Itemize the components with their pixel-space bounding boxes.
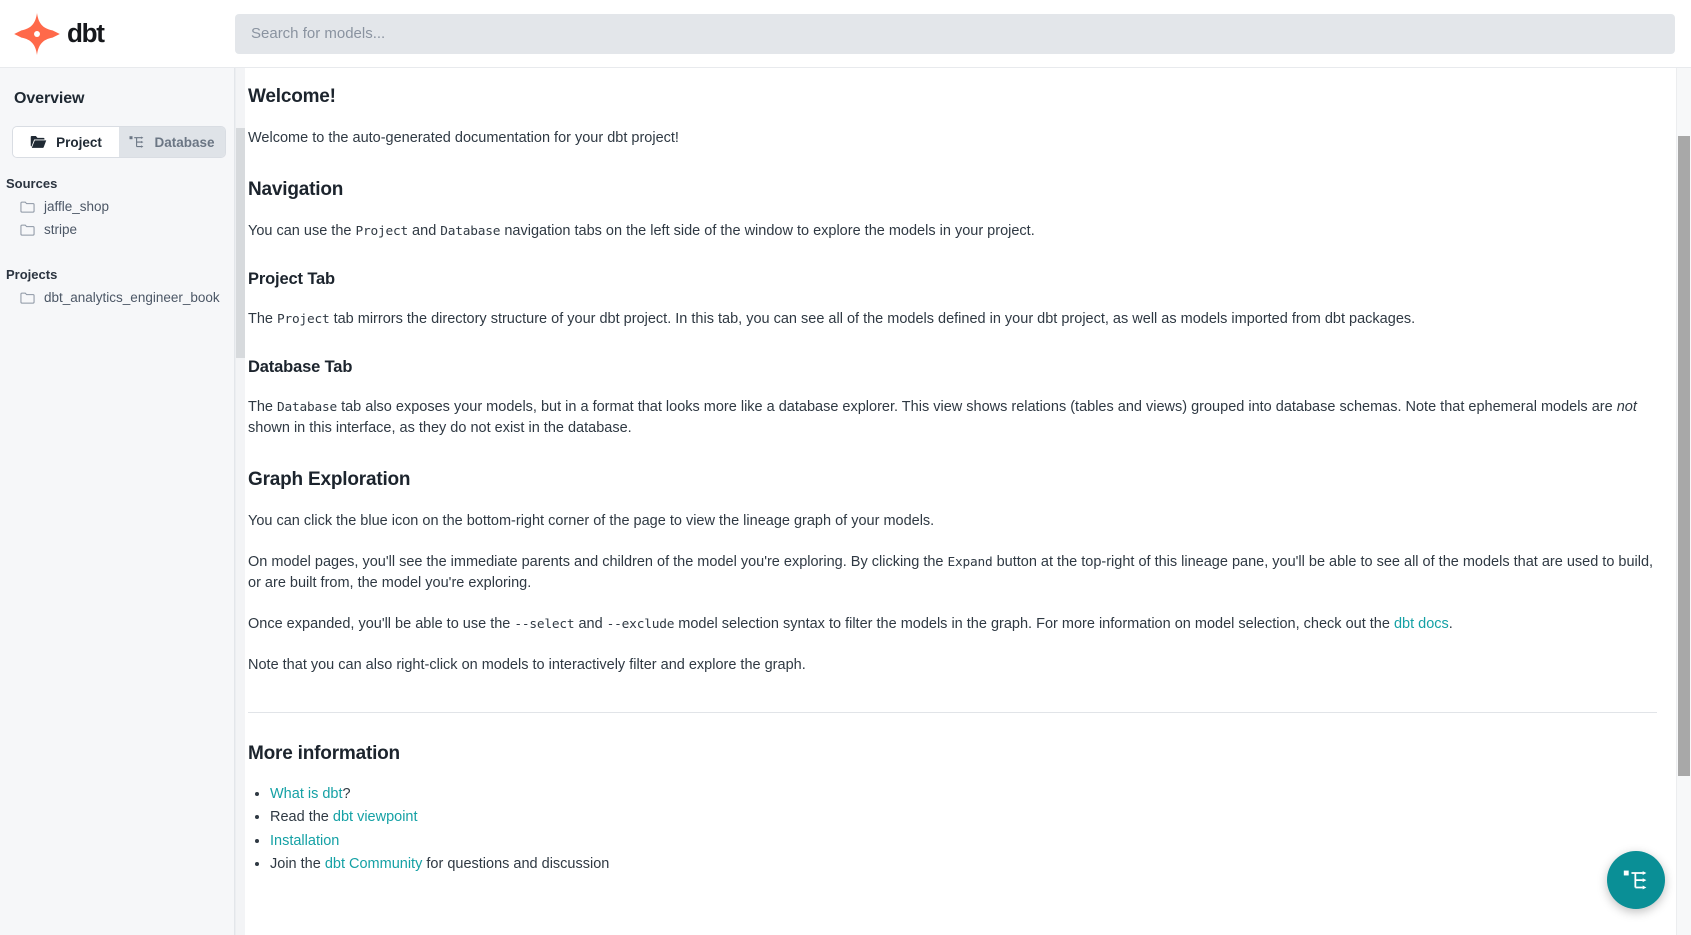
sidebar-item-label: stripe (44, 222, 78, 237)
text-fragment: and (408, 223, 441, 240)
sidebar-item-jaffle-shop[interactable]: jaffle_shop (0, 195, 234, 218)
text-fragment: . (1448, 616, 1453, 633)
link-dbt-community[interactable]: dbt Community (325, 856, 423, 872)
overview-document: Welcome! Welcome to the auto-generated d… (248, 86, 1675, 916)
sidebar-projects-list: dbt_analytics_engineer_book (0, 286, 234, 309)
link-dbt-viewpoint[interactable]: dbt viewpoint (333, 809, 418, 825)
paragraph-graph-3: Once expanded, you'll be able to use the… (248, 614, 1657, 635)
inline-code-select: --select (514, 617, 575, 633)
section-divider (248, 712, 1657, 714)
text-fragment: tab mirrors the directory structure of y… (329, 311, 1416, 328)
text-fragment: tab also exposes your models, but in a f… (337, 399, 1617, 416)
inline-code-database: Database (440, 224, 501, 240)
inline-code-database: Database (277, 400, 338, 416)
inline-code-exclude: --exclude (606, 617, 675, 633)
sidebar-item-label: dbt_analytics_engineer_book (44, 290, 220, 305)
sidebar-tabs: Project Database (12, 126, 226, 158)
emphasis-not: not (1616, 399, 1637, 416)
sidebar-sources-list: jaffle_shop stripe (0, 195, 234, 241)
page-scrollbar-thumb[interactable] (1678, 136, 1690, 776)
list-item: Installation (270, 830, 1657, 853)
link-dbt-docs[interactable]: dbt docs (1394, 616, 1449, 632)
text-fragment: Read the (270, 809, 333, 826)
heading-database-tab: Database Tab (248, 358, 353, 377)
text-fragment: The (248, 399, 278, 416)
heading-project-tab: Project Tab (248, 270, 335, 289)
page-scrollbar-track[interactable] (1676, 68, 1691, 935)
text-fragment: and (574, 616, 607, 633)
link-installation[interactable]: Installation (270, 833, 339, 849)
tab-database[interactable]: Database (119, 127, 225, 157)
heading-welcome: Welcome! (248, 86, 336, 107)
content-inner-scrollbar-track[interactable] (236, 68, 245, 935)
text-fragment: You can use the (248, 223, 356, 240)
search-container (235, 13, 1691, 54)
heading-navigation: Navigation (248, 179, 344, 201)
folder-outline-icon (20, 201, 35, 213)
inline-code-project: Project (277, 312, 330, 328)
lineage-icon (129, 136, 144, 148)
lineage-icon (1623, 870, 1647, 890)
text-fragment: Once expanded, you'll be able to use the (248, 616, 515, 633)
tab-database-label: Database (154, 134, 215, 150)
paragraph-navigation: You can use the Project and Database nav… (248, 221, 1657, 242)
dbt-wordmark: dbt (67, 19, 107, 48)
list-item: Read the dbt viewpoint (270, 806, 1657, 829)
heading-more-information: More information (248, 743, 400, 765)
dbt-logo-icon (14, 12, 60, 55)
text-fragment: On model pages, you'll see the immediate… (248, 554, 948, 571)
paragraph-graph-2: On model pages, you'll see the immediate… (248, 552, 1657, 594)
inline-code-project: Project (355, 224, 409, 240)
text-fragment: shown in this interface, as they do not … (248, 420, 632, 437)
paragraph-graph-1: You can click the blue icon on the botto… (248, 513, 935, 530)
folder-outline-icon (20, 224, 35, 236)
text-fragment: ? (342, 786, 351, 803)
svg-text:dbt: dbt (67, 19, 105, 48)
app-root: dbt Overview Project (0, 0, 1691, 935)
paragraph-database-tab: The Database tab also exposes your model… (248, 397, 1657, 439)
sidebar-item-label: jaffle_shop (44, 199, 110, 214)
sidebar-section-projects: Projects (6, 267, 58, 282)
search-input[interactable] (235, 13, 1675, 54)
main-inner: Welcome! Welcome to the auto-generated d… (236, 86, 1691, 916)
more-information-list: What is dbt? Read the dbt viewpoint Inst… (248, 783, 1657, 876)
body-row: Overview Project Database Sources jaffle… (0, 68, 1691, 935)
sidebar-item-dbt-analytics-engineer-book[interactable]: dbt_analytics_engineer_book (0, 286, 234, 309)
sidebar-item-stripe[interactable]: stripe (0, 218, 234, 241)
app-header: dbt (0, 0, 1691, 68)
text-fragment: navigation tabs on the left side of the … (500, 223, 1035, 240)
list-item: What is dbt? (270, 783, 1657, 806)
folder-icon (30, 136, 47, 148)
main-content-area: Welcome! Welcome to the auto-generated d… (235, 68, 1691, 935)
tab-project-label: Project (56, 134, 102, 150)
text-fragment: Join the (270, 855, 325, 872)
link-what-is-dbt[interactable]: What is dbt (270, 786, 343, 802)
heading-graph-exploration: Graph Exploration (248, 469, 411, 491)
text-fragment: model selection syntax to filter the mod… (674, 616, 1394, 633)
list-item: Join the dbt Community for questions and… (270, 853, 1657, 876)
paragraph-welcome: Welcome to the auto-generated documentat… (248, 130, 679, 146)
text-fragment: The (248, 311, 278, 328)
paragraph-project-tab: The Project tab mirrors the directory st… (248, 309, 1657, 330)
inline-code-expand: Expand (947, 555, 993, 571)
page-title: Overview (14, 90, 85, 107)
lineage-graph-button[interactable] (1607, 851, 1665, 909)
text-fragment: for questions and discussion (422, 855, 610, 872)
dbt-logo[interactable]: dbt (0, 0, 235, 68)
tab-project[interactable]: Project (13, 127, 119, 157)
folder-outline-icon (20, 292, 35, 304)
content-inner-scrollbar-thumb[interactable] (236, 128, 245, 358)
sidebar-section-sources: Sources (6, 176, 58, 191)
sidebar: Overview Project Database Sources jaffle… (0, 68, 235, 935)
paragraph-graph-4: Note that you can also right-click on mo… (248, 657, 806, 674)
